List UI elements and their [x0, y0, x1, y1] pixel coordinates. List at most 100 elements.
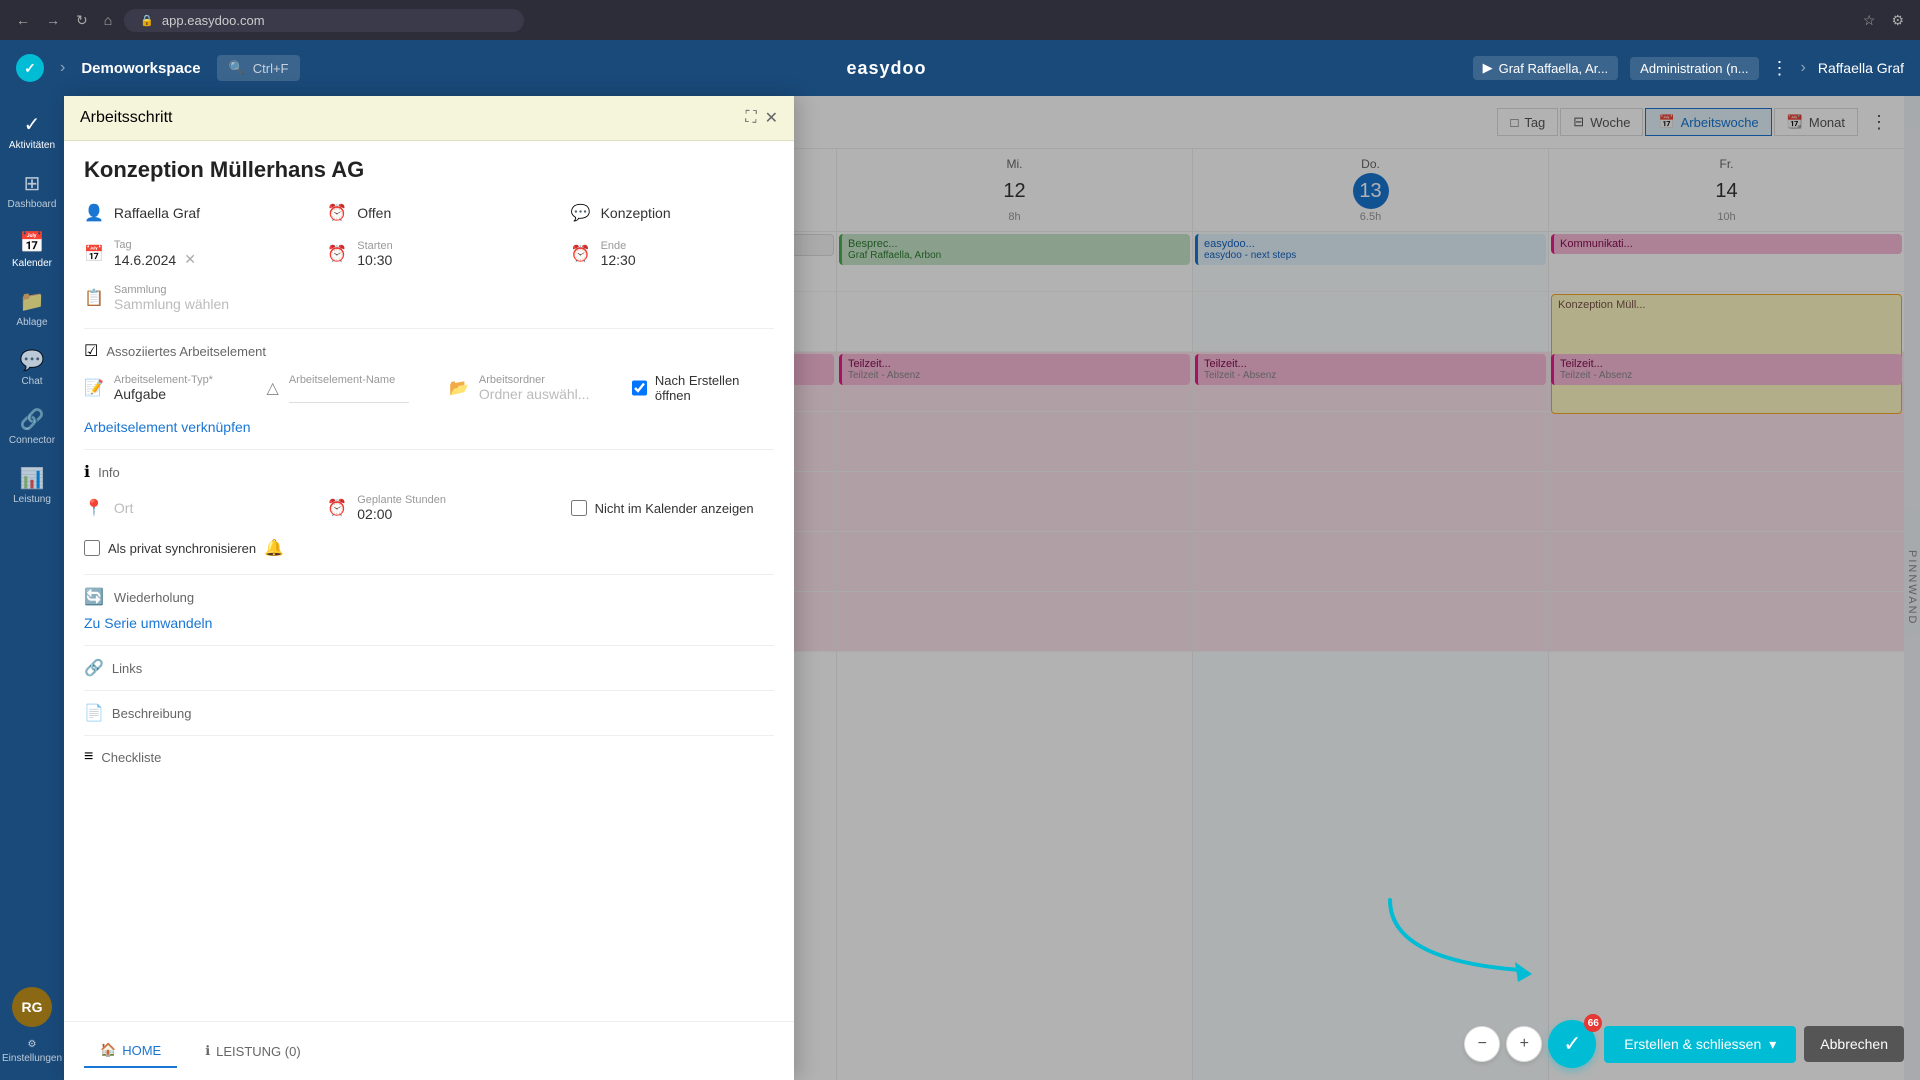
location-icon: 📍 [84, 498, 104, 518]
date-group: Tag 14.6.2024 ✕ [114, 239, 196, 268]
location-placeholder[interactable]: Ort [114, 500, 133, 516]
sidebar-item-connector[interactable]: 🔗 Connector [0, 399, 64, 454]
back-button[interactable]: ← [12, 8, 34, 32]
convert-to-series-button[interactable]: Zu Serie umwandeln [84, 615, 212, 631]
checklist-header: ≡ Checkliste [84, 748, 774, 766]
info-label: Info [98, 465, 120, 480]
app-name: easydoo [316, 58, 1456, 79]
field-start-time: ⏰ Starten 10:30 [327, 240, 530, 268]
modal-footer: 🏠 HOME ℹ LEISTUNG (0) [64, 1021, 794, 1080]
sidebar-label-connector: Connector [9, 435, 55, 446]
end-clock-icon: ⏰ [571, 244, 591, 264]
admin-badge[interactable]: Administration (n... [1630, 57, 1758, 80]
repeat-icon: 🔄 [84, 587, 104, 607]
info-tab-icon: ℹ [205, 1043, 210, 1059]
field-status: ⏰ Offen [327, 203, 530, 223]
status-value[interactable]: Offen [357, 205, 391, 221]
status-icon: ⏰ [327, 203, 347, 223]
open-after-input[interactable] [632, 380, 647, 396]
info-header: ℹ Info [84, 462, 774, 482]
home-button[interactable]: ⌂ [100, 8, 116, 32]
collection-icon: 📋 [84, 288, 104, 308]
divider-1 [84, 328, 774, 329]
sidebar-item-aktivitaeten[interactable]: ✓ Aktivitäten [0, 104, 64, 159]
not-in-cal-label: Nicht im Kalender anzeigen [595, 501, 754, 516]
checklist-label: Checkliste [101, 750, 161, 765]
user-badge[interactable]: ▶ Graf Raffaella, Ar... [1473, 56, 1619, 80]
modal-close-button[interactable]: ✕ [765, 108, 778, 128]
url-text: app.easydoo.com [162, 13, 265, 28]
hours-group: Geplante Stunden 02:00 [357, 494, 446, 522]
create-close-button[interactable]: Erstellen & schliessen ▾ [1604, 1026, 1796, 1063]
field-type: 📝 Arbeitselement-Typ* Aufgabe [84, 374, 227, 402]
sidebar-label-kalender: Kalender [12, 258, 52, 269]
form-row-collection: 📋 Sammlung Sammlung wählen [84, 284, 774, 312]
field-folder: 📂 Arbeitsordner Ordner auswähl... [449, 374, 592, 402]
tab-leistung[interactable]: ℹ LEISTUNG (0) [189, 1035, 316, 1067]
divider-5 [84, 690, 774, 691]
refresh-button[interactable]: ↻ [72, 8, 92, 33]
date-value[interactable]: 14.6.2024 [114, 252, 176, 268]
sidebar-label-ablage: Ablage [16, 317, 47, 328]
fab-minus[interactable]: − [1464, 1026, 1500, 1062]
folder-group: Arbeitsordner Ordner auswähl... [479, 374, 590, 402]
start-time-group: Starten 10:30 [357, 240, 392, 268]
fab-plus[interactable]: + [1506, 1026, 1542, 1062]
cancel-button[interactable]: Abbrechen [1804, 1026, 1904, 1062]
private-sync-input[interactable] [84, 540, 100, 556]
start-time-value[interactable]: 10:30 [357, 252, 392, 268]
sidebar-item-dashboard[interactable]: ⊞ Dashboard [0, 163, 64, 218]
connector-icon: 🔗 [20, 407, 45, 432]
workitem-name-input[interactable] [289, 386, 409, 403]
divider-2 [84, 449, 774, 450]
modal-header-title: Arbeitsschritt [80, 109, 172, 127]
not-in-cal-input[interactable] [571, 500, 587, 516]
hours-label: Geplante Stunden [357, 494, 446, 506]
modal-expand-button[interactable]: ⛶ [745, 108, 756, 128]
sidebar-item-ablage[interactable]: 📁 Ablage [0, 281, 64, 336]
end-time-value[interactable]: 12:30 [601, 252, 636, 268]
modal-title: Konzeption Müllerhans AG [84, 157, 774, 183]
workspace-name[interactable]: Demoworkspace [81, 60, 200, 77]
form-row-1: 👤 Raffaella Graf ⏰ Offen 💬 Konzeption [84, 203, 774, 223]
link-workitem-button[interactable]: Arbeitselement verknüpfen [84, 419, 251, 435]
extensions-button[interactable]: ⚙ [1887, 8, 1908, 33]
folder-placeholder[interactable]: Ordner auswähl... [479, 386, 590, 402]
collection-placeholder[interactable]: Sammlung wählen [114, 296, 229, 312]
url-bar[interactable]: 🔒 app.easydoo.com [124, 9, 524, 32]
settings-icon: ⚙ [28, 1039, 37, 1050]
bookmark-button[interactable]: ☆ [1859, 8, 1880, 33]
category-value[interactable]: Konzeption [601, 205, 671, 221]
sidebar-item-chat[interactable]: 💬 Chat [0, 340, 64, 395]
type-label: Arbeitselement-Typ* [114, 374, 213, 386]
sidebar-label-dashboard: Dashboard [8, 199, 57, 210]
sidebar-settings[interactable]: ⚙ Einstellungen [0, 1031, 66, 1072]
dropdown-icon: ▾ [1769, 1036, 1776, 1053]
admin-label: Administration (n... [1640, 61, 1748, 76]
bell-icon: 🔔 [264, 538, 284, 558]
dashboard-icon: ⊞ [24, 171, 41, 196]
type-value[interactable]: Aufgabe [114, 386, 213, 402]
checklist-icon: ≡ [84, 748, 93, 766]
user-avatar[interactable]: RG [12, 987, 52, 1027]
start-clock-icon: ⏰ [327, 244, 347, 264]
sidebar-item-kalender[interactable]: 📅 Kalender [0, 222, 64, 277]
hours-value[interactable]: 02:00 [357, 506, 446, 522]
sidebar-label-aktivitaeten: Aktivitäten [9, 140, 55, 151]
date-clear-button[interactable]: ✕ [184, 251, 196, 268]
user-value[interactable]: Raffaella Graf [114, 205, 200, 221]
private-sync-label: Als privat synchronisieren [108, 541, 256, 556]
workspace-chevron: › [60, 59, 65, 77]
sidebar-item-leistung[interactable]: 📊 Leistung [0, 458, 64, 513]
tab-home[interactable]: 🏠 HOME [84, 1034, 177, 1068]
field-category: 💬 Konzeption [571, 203, 774, 223]
user-full-name[interactable]: Raffaella Graf [1818, 60, 1904, 76]
search-bar[interactable]: 🔍 Ctrl+F [217, 55, 301, 81]
start-label: Starten [357, 240, 392, 252]
forward-button[interactable]: → [42, 8, 64, 32]
desc-icon: 📄 [84, 703, 104, 723]
search-icon: 🔍 [229, 60, 245, 76]
hours-clock-icon: ⏰ [327, 498, 347, 518]
header-more-icon[interactable]: ⋮ [1771, 58, 1789, 79]
modal-body: Konzeption Müllerhans AG 👤 Raffaella Gra… [64, 141, 794, 1021]
